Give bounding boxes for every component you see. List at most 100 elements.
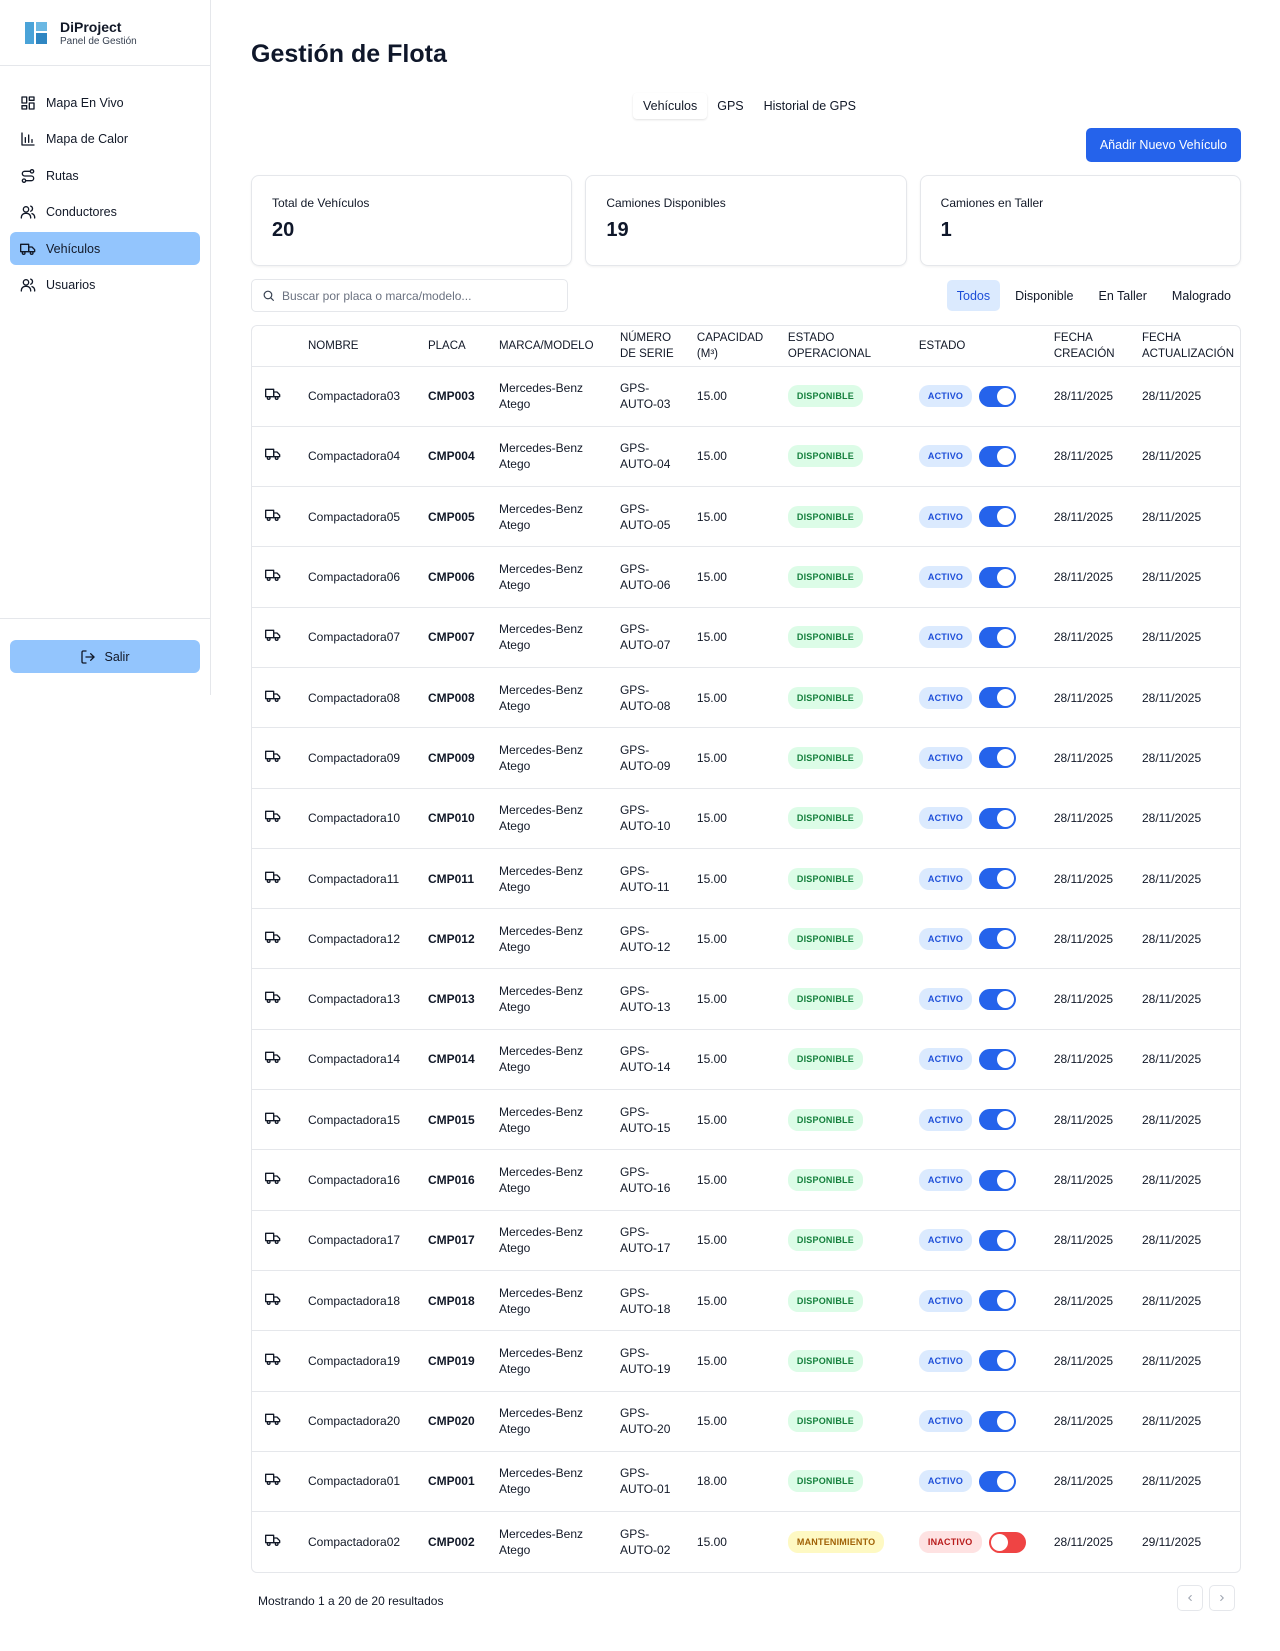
sidebar-item-conductores[interactable]: Conductores [10, 196, 200, 229]
status-toggle[interactable] [979, 566, 1017, 588]
table-row[interactable]: Compactadora07 CMP007 Mercedes-Benz Atego G… [252, 606, 1240, 668]
vehicle-plate: CMP013 [421, 968, 493, 1030]
col-header-brand[interactable]: MARCA/MODELO [493, 326, 614, 366]
table-row[interactable]: Compactadora11 CMP011 Mercedes-Benz Atego G… [252, 847, 1240, 909]
table-row[interactable]: Compactadora09 CMP009 Mercedes-Benz Atego G… [252, 727, 1240, 789]
status-toggle[interactable] [979, 1410, 1017, 1432]
filter-0[interactable]: Todos [946, 280, 1001, 311]
vehicle-icon-cell [252, 1089, 302, 1150]
status-toggle[interactable] [979, 1109, 1017, 1131]
status-toggle[interactable] [979, 445, 1017, 467]
status-toggle[interactable] [979, 385, 1017, 407]
table-row[interactable]: Compactadora17 CMP017 Mercedes-Benz Atego G… [252, 1209, 1240, 1271]
status-toggle[interactable] [979, 1048, 1017, 1070]
add-vehicle-button[interactable]: Añadir Nuevo Vehículo [1085, 128, 1241, 162]
status-toggle[interactable] [979, 1470, 1017, 1492]
chevron-right-icon [1220, 1594, 1224, 1602]
tab-2[interactable]: Historial de GPS [754, 93, 866, 119]
table-row[interactable]: Compactadora12 CMP012 Mercedes-Benz Atego G… [252, 908, 1240, 969]
sidebar-item-vehículos[interactable]: Vehículos [10, 232, 200, 265]
col-header-status[interactable]: ESTADO [913, 326, 1048, 366]
vehicle-updated: 28/11/2025 [1135, 425, 1240, 487]
grid-icon [21, 95, 35, 110]
truck-icon [265, 931, 281, 943]
vehicle-serial: GPS-AUTO-11 [613, 847, 691, 909]
status-toggle[interactable] [979, 868, 1017, 890]
table-row[interactable]: Compactadora19 CMP019 Mercedes-Benz Atego G… [252, 1330, 1240, 1392]
table-row[interactable]: Compactadora01 CMP001 Mercedes-Benz Atego G… [252, 1450, 1240, 1512]
status-cell: ACTIVO [912, 365, 1048, 427]
logout-button[interactable]: Salir [10, 640, 200, 673]
vehicle-plate: CMP007 [421, 606, 493, 668]
prev-page-button[interactable] [1177, 1585, 1203, 1611]
filter-2[interactable]: En Taller [1089, 280, 1157, 311]
status-toggle[interactable] [979, 988, 1017, 1010]
vehicle-name: Compactadora13 [301, 968, 422, 1030]
vehicle-serial: GPS-AUTO-03 [613, 365, 691, 427]
sidebar-item-mapa-de-calor[interactable]: Mapa de Calor [10, 123, 200, 156]
table-row[interactable]: Compactadora20 CMP020 Mercedes-Benz Atego G… [252, 1390, 1240, 1452]
filter-1[interactable]: Disponible [1005, 280, 1083, 311]
tab-1[interactable]: GPS [707, 93, 753, 119]
op-status-badge: DISPONIBLE [787, 1169, 863, 1191]
col-header-name[interactable]: NOMBRE [302, 326, 422, 366]
table-row[interactable]: Compactadora16 CMP016 Mercedes-Benz Atego G… [252, 1149, 1240, 1211]
col-header-capacity[interactable]: CAPACIDAD (M³) [691, 326, 782, 366]
table-row[interactable]: Compactadora06 CMP006 Mercedes-Benz Atego G… [252, 546, 1240, 608]
status-toggle[interactable] [979, 807, 1017, 829]
table-row[interactable]: Compactadora05 CMP005 Mercedes-Benz Atego G… [252, 486, 1240, 547]
vehicle-plate: CMP017 [421, 1209, 493, 1271]
table-row[interactable]: Compactadora13 CMP013 Mercedes-Benz Atego G… [252, 968, 1240, 1030]
status-toggle[interactable] [979, 1350, 1017, 1372]
op-status-cell: DISPONIBLE [781, 1209, 913, 1271]
tab-0[interactable]: Vehículos [633, 93, 708, 119]
vehicle-brand: Mercedes-Benz Atego [492, 486, 614, 547]
col-header-plate[interactable]: PLACA [422, 326, 493, 366]
next-page-button[interactable] [1209, 1585, 1235, 1611]
vehicle-name: Compactadora11 [301, 847, 422, 909]
table-row[interactable]: Compactadora14 CMP014 Mercedes-Benz Atego G… [252, 1028, 1240, 1090]
status-toggle[interactable] [979, 626, 1017, 648]
vehicle-serial: GPS-AUTO-16 [613, 1149, 691, 1211]
vehicle-capacity: 15.00 [690, 365, 782, 427]
status-toggle[interactable] [979, 1169, 1017, 1191]
col-header-updated[interactable]: FECHA ACTUALIZACIÓN [1136, 326, 1240, 366]
status-badge: ACTIVO [918, 1048, 973, 1071]
status-toggle[interactable] [979, 1290, 1017, 1312]
table-row[interactable]: Compactadora03 CMP003 Mercedes-Benz Atego G… [252, 365, 1240, 427]
sidebar-item-rutas[interactable]: Rutas [10, 159, 200, 192]
status-toggle[interactable] [979, 506, 1017, 528]
col-header-created[interactable]: FECHA CREACIÓN [1048, 326, 1136, 366]
table-row[interactable]: Compactadora04 CMP004 Mercedes-Benz Atego G… [252, 425, 1240, 487]
vehicle-updated: 28/11/2025 [1135, 727, 1240, 789]
table-row[interactable]: Compactadora08 CMP008 Mercedes-Benz Atego G… [252, 666, 1240, 728]
table-row[interactable]: Compactadora02 CMP002 Mercedes-Benz Atego G… [252, 1511, 1240, 1572]
sidebar-item-mapa-en-vivo[interactable]: Mapa En Vivo [10, 86, 200, 119]
table-row[interactable]: Compactadora10 CMP010 Mercedes-Benz Atego G… [252, 787, 1240, 849]
status-cell: ACTIVO [912, 1269, 1048, 1331]
op-status-cell: DISPONIBLE [781, 787, 913, 849]
vehicle-icon-cell [252, 365, 302, 427]
table-row[interactable]: Compactadora18 CMP018 Mercedes-Benz Atego G… [252, 1269, 1240, 1331]
status-toggle[interactable] [979, 928, 1017, 950]
vehicle-brand: Mercedes-Benz Atego [492, 1209, 614, 1271]
col-header-op-status[interactable]: ESTADO OPERACIONAL [782, 326, 913, 366]
filter-3[interactable]: Malogrado [1162, 280, 1241, 311]
vehicle-updated: 28/11/2025 [1135, 908, 1240, 969]
status-toggle[interactable] [979, 687, 1017, 709]
brand-subtitle: Panel de Gestión [60, 35, 137, 47]
vehicle-brand: Mercedes-Benz Atego [492, 1450, 614, 1512]
status-toggle[interactable] [988, 1531, 1026, 1553]
vehicle-icon-cell [252, 727, 302, 789]
vehicle-serial: GPS-AUTO-17 [613, 1209, 691, 1271]
col-header-serial[interactable]: NÚMERO DE SERIE [614, 326, 691, 366]
op-status-cell: MANTENIMIENTO [781, 1511, 913, 1572]
op-status-badge: DISPONIBLE [787, 927, 863, 950]
op-status-cell: DISPONIBLE [781, 606, 913, 668]
vehicle-capacity: 15.00 [690, 727, 782, 789]
sidebar-item-usuarios[interactable]: Usuarios [10, 269, 200, 302]
status-toggle[interactable] [979, 1229, 1017, 1251]
search-input[interactable] [282, 288, 552, 303]
table-row[interactable]: Compactadora15 CMP015 Mercedes-Benz Atego G… [252, 1089, 1240, 1150]
status-toggle[interactable] [979, 747, 1017, 769]
